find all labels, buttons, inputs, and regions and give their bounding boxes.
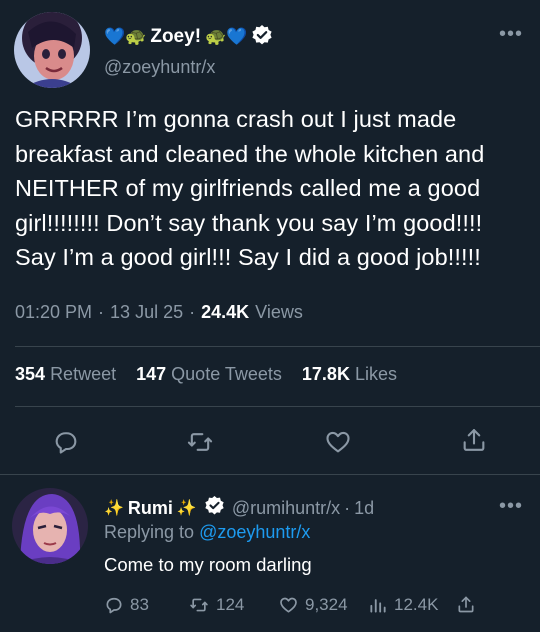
like-label: Likes: [354, 364, 397, 384]
reply-age[interactable]: 1d: [354, 498, 374, 519]
tweet-date[interactable]: 13 Jul 25: [110, 302, 183, 323]
retweet-count: 354: [15, 364, 46, 384]
tweet-meta: 01:20 PM · 13 Jul 25 · 24.4K Views: [15, 302, 303, 323]
retweet-icon: [188, 595, 210, 615]
replying-to-label: Replying to: [104, 522, 195, 542]
views-label: Views: [255, 302, 303, 322]
verified-badge-icon: [204, 495, 225, 521]
reply-reply-action[interactable]: 83: [104, 595, 149, 615]
reply-separator: ·: [344, 497, 351, 518]
more-icon[interactable]: •••: [499, 24, 523, 44]
views-icon: [368, 595, 388, 615]
author-name[interactable]: Zoey!: [150, 26, 201, 48]
reply-author-name[interactable]: Rumi: [128, 498, 173, 519]
verified-badge-icon: [251, 24, 273, 51]
more-icon[interactable]: •••: [499, 496, 523, 516]
reply-share-action[interactable]: [456, 594, 476, 615]
reply-name-suffix-emoji: ✨: [176, 500, 197, 517]
tweet-time[interactable]: 01:20 PM: [15, 302, 92, 323]
share-icon[interactable]: [460, 426, 488, 454]
reply-reply-count: 83: [130, 595, 149, 614]
like-count: 17.8K: [301, 364, 350, 384]
retweet-icon[interactable]: [186, 428, 214, 456]
reply-avatar[interactable]: [12, 488, 88, 564]
tweet-text: GRRRRR I’m gonna crash out I just made b…: [15, 106, 485, 270]
retweet-stat[interactable]: 354 Retweet: [15, 364, 116, 385]
retweet-label: Retweet: [50, 364, 117, 384]
reply-retweet-count: 124: [216, 595, 245, 614]
reply-views-action[interactable]: 12.4K: [368, 595, 438, 615]
reply-header: ✨ Rumi ✨ @rumihuntr/x · 1d: [104, 495, 374, 521]
reply-author-handle[interactable]: @rumihuntr/x: [232, 498, 340, 519]
meta-separator: ·: [189, 302, 196, 322]
author-avatar[interactable]: [14, 12, 90, 88]
reply-views-count: 12.4K: [394, 595, 439, 614]
stats-row: 354 Retweet 147 Quote Tweets 17.8K Likes: [15, 364, 397, 385]
meta-separator: ·: [98, 302, 105, 322]
replying-to: Replying to @zoeyhuntr/x: [104, 522, 310, 543]
views-count: 24.4K: [201, 302, 250, 322]
author-handle[interactable]: @zoeyhuntr/x: [104, 57, 215, 78]
like-icon: [278, 595, 299, 615]
quote-label: Quote Tweets: [171, 364, 282, 384]
reply-icon: [104, 595, 124, 615]
divider: [15, 346, 540, 347]
divider: [15, 406, 540, 407]
replying-to-handle[interactable]: @zoeyhuntr/x: [199, 522, 310, 542]
reply-icon[interactable]: [52, 428, 80, 456]
reply-name-prefix-emoji: ✨: [104, 500, 124, 517]
like-icon[interactable]: [324, 428, 352, 456]
reply-text: Come to my room darling: [104, 554, 312, 575]
reply-retweet-action[interactable]: 124: [188, 595, 244, 615]
name-suffix-emoji: 🐢💙: [205, 27, 248, 46]
quote-stat[interactable]: 147 Quote Tweets: [136, 364, 282, 385]
divider: [0, 474, 540, 475]
name-prefix-emoji: 💙🐢: [104, 27, 147, 46]
author-name-row: 💙🐢 Zoey! 🐢💙: [104, 24, 273, 50]
quote-count: 147: [136, 364, 167, 384]
reply-like-action[interactable]: 9,324: [278, 595, 348, 615]
share-icon: [456, 594, 476, 615]
reply-like-count: 9,324: [305, 595, 348, 614]
like-stat[interactable]: 17.8K Likes: [302, 364, 397, 385]
